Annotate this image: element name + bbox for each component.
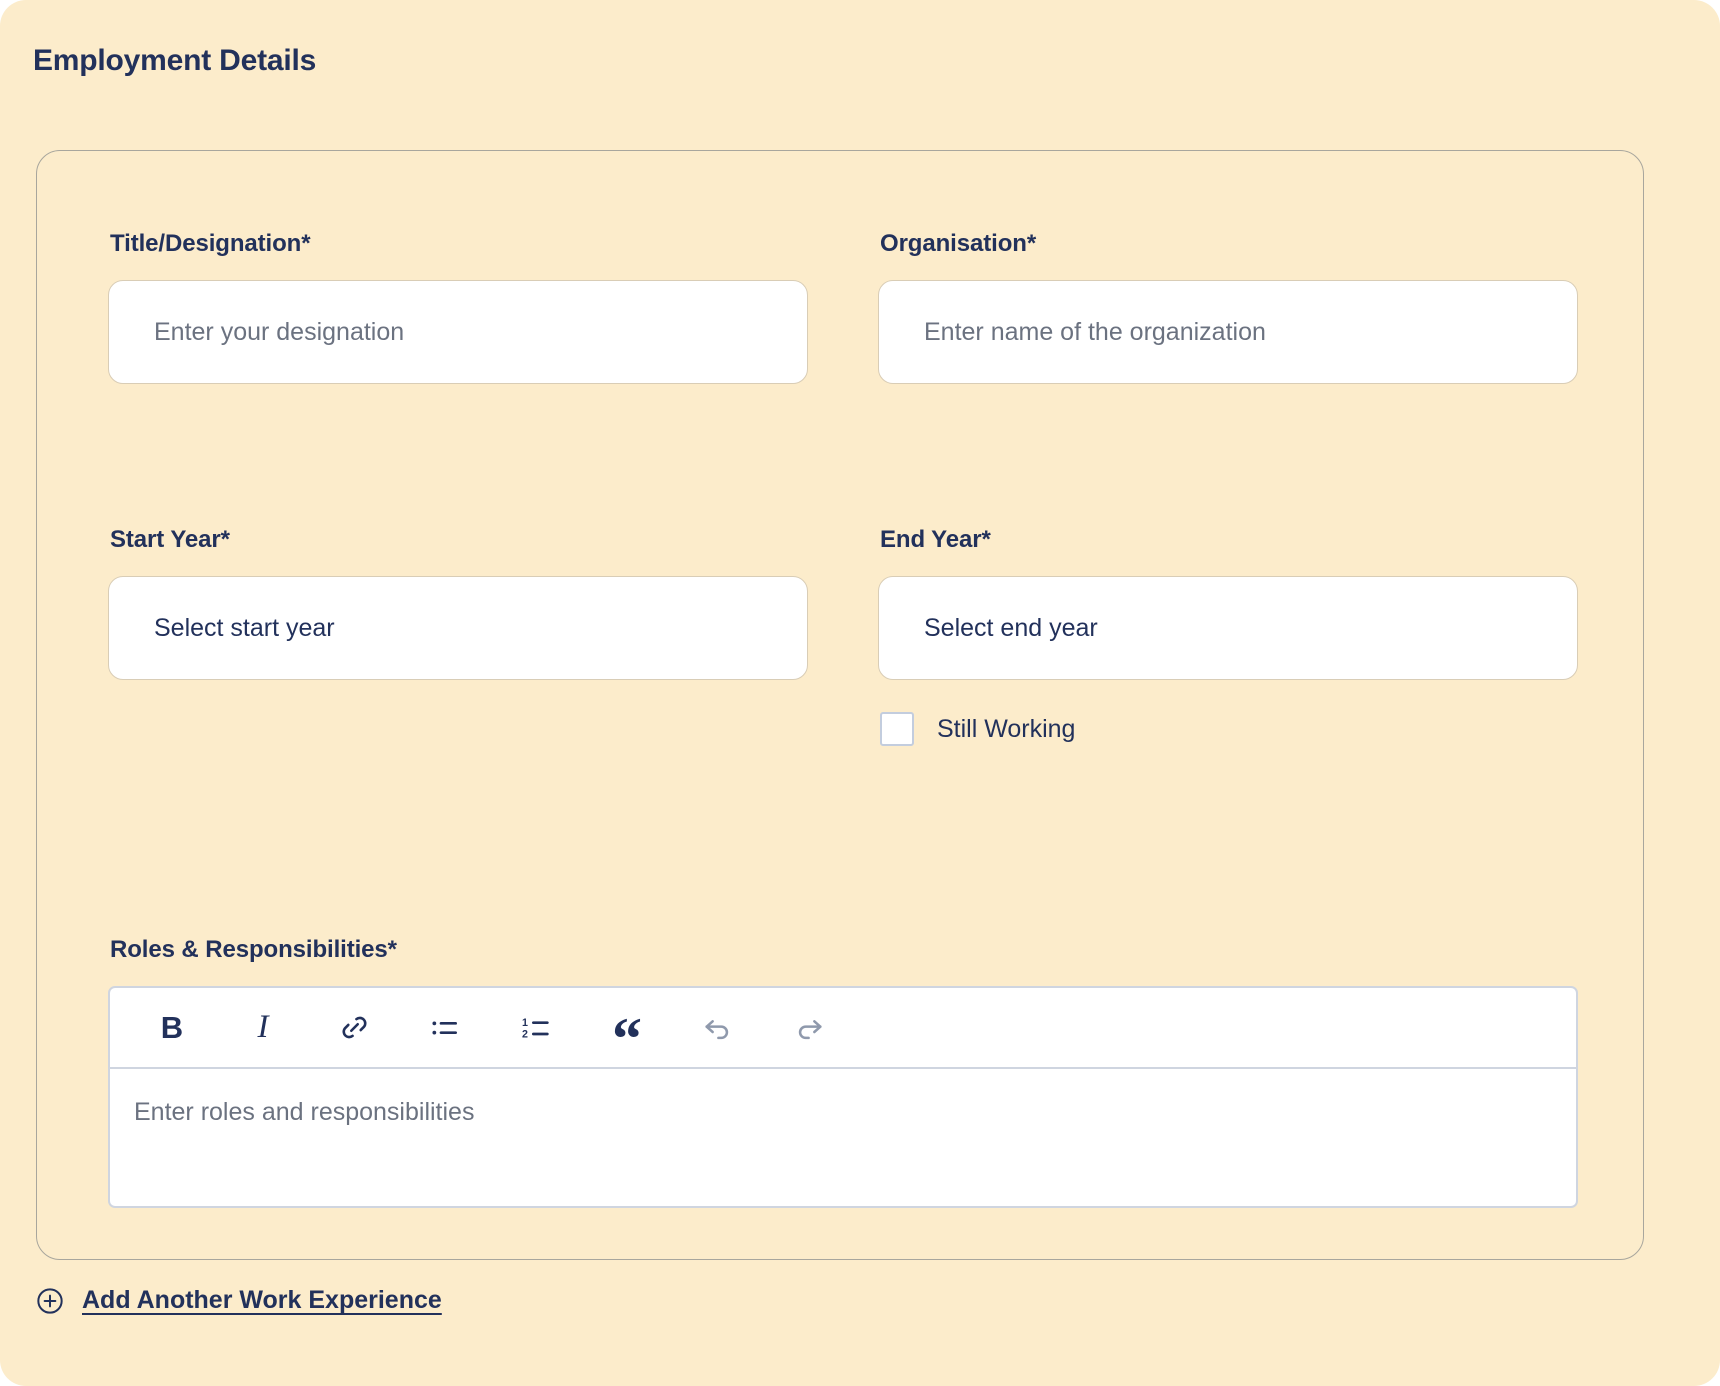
add-another-work-experience-button[interactable]: Add Another Work Experience [36, 1286, 442, 1315]
still-working-label: Still Working [937, 714, 1076, 743]
svg-text:1: 1 [522, 1017, 528, 1029]
add-another-work-experience-label: Add Another Work Experience [82, 1286, 442, 1314]
page-title: Employment Details [33, 44, 317, 77]
title-designation-input[interactable] [108, 280, 808, 384]
form-row-1: Title/Designation* Organisation* [108, 230, 1578, 384]
blockquote-icon[interactable]: “ [599, 1000, 655, 1069]
end-year-select[interactable]: Select end year [878, 576, 1578, 680]
label-start-year: Start Year* [110, 526, 230, 553]
start-year-select[interactable]: Select start year [108, 576, 808, 680]
form-row-2: Start Year* Select start year End Year* … [108, 526, 1578, 746]
label-end-year: End Year* [880, 526, 991, 553]
still-working-row: Still Working [880, 712, 1578, 746]
field-end-year: End Year* Select end year Still Working [878, 526, 1578, 746]
link-icon[interactable] [326, 1000, 382, 1056]
rich-text-editor: B I 1 2 “ Enter roles and responsibiliti… [108, 986, 1578, 1208]
label-roles-responsibilities: Roles & Responsibilities* [110, 936, 397, 963]
undo-icon[interactable] [690, 1000, 746, 1056]
italic-glyph: I [257, 1009, 269, 1045]
field-start-year: Start Year* Select start year [108, 526, 808, 746]
label-title-designation: Title/Designation* [110, 230, 311, 257]
employment-form: Title/Designation* Organisation* Start Y… [108, 230, 1578, 1208]
svg-text:2: 2 [522, 1028, 528, 1040]
bold-icon[interactable]: B [144, 1000, 200, 1056]
work-experience-card: Title/Designation* Organisation* Start Y… [36, 150, 1644, 1260]
editor-text-area[interactable]: Enter roles and responsibilities [110, 1069, 1576, 1206]
redo-icon[interactable] [781, 1000, 837, 1056]
editor-toolbar: B I 1 2 “ [110, 988, 1576, 1069]
employment-details-page: Employment Details Title/Designation* Or… [0, 0, 1720, 1386]
organisation-input[interactable] [878, 280, 1578, 384]
numbered-list-icon[interactable]: 1 2 [508, 1000, 564, 1056]
start-year-select-value: Select start year [154, 613, 335, 642]
italic-icon[interactable]: I [235, 1000, 291, 1056]
label-organisation: Organisation* [880, 230, 1037, 257]
field-organisation: Organisation* [878, 230, 1578, 384]
field-title-designation: Title/Designation* [108, 230, 808, 384]
bold-glyph: B [160, 1009, 184, 1045]
bullet-list-icon[interactable] [417, 1000, 473, 1056]
editor-placeholder: Enter roles and responsibilities [134, 1098, 475, 1126]
field-roles-responsibilities: Roles & Responsibilities* B I 1 2 “ Ente… [108, 936, 1578, 1208]
still-working-checkbox[interactable] [880, 712, 914, 746]
plus-circle-icon [37, 1287, 63, 1314]
end-year-select-value: Select end year [924, 613, 1098, 642]
